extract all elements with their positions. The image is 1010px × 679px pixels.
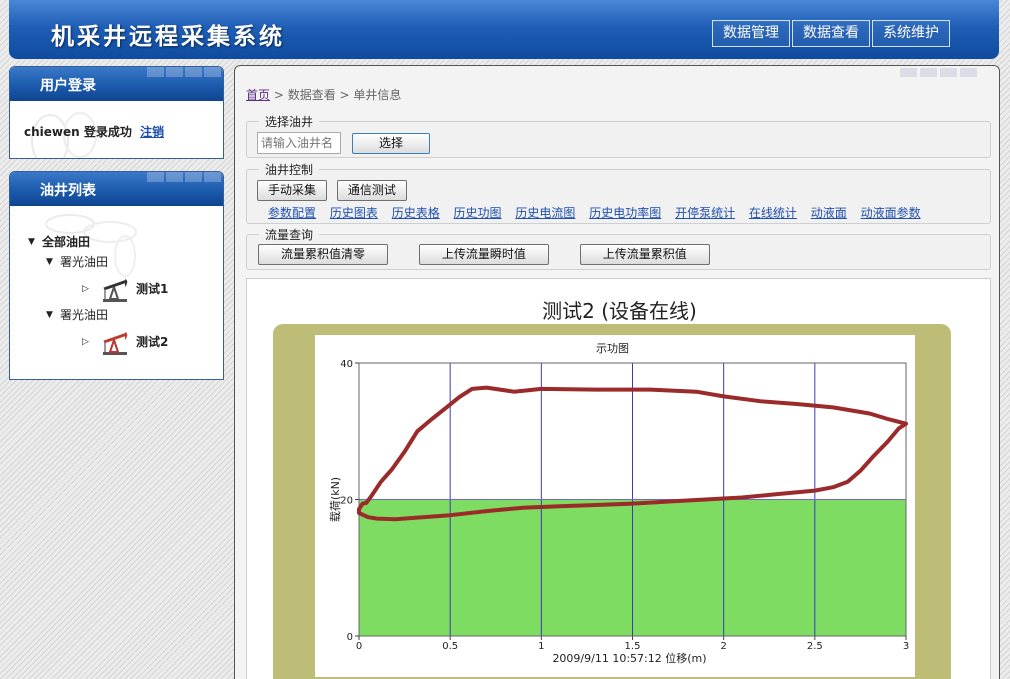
breadcrumb-separator: > (335, 88, 354, 102)
app-header: 机采井远程采集系统 数据管理 数据查看 系统维护 (9, 0, 999, 59)
x-tick-label: 0.5 (442, 641, 458, 652)
link-history-dynamometer[interactable]: 历史功图 (454, 206, 502, 220)
x-tick-label: 2.5 (807, 641, 823, 652)
tree-field-2[interactable]: ▼ 署光油田 (28, 305, 223, 325)
link-pump-stats[interactable]: 开停泵统计 (675, 206, 735, 220)
nav-system-maintenance[interactable]: 系统维护 (872, 20, 950, 47)
field-1-label: 署光油田 (60, 255, 109, 269)
clear-flow-total-button[interactable]: 流量累积值清零 (258, 244, 389, 265)
y-axis-label: 载荷(kN) (329, 477, 342, 522)
x-axis-label: 2009/9/11 10:57:12 位移(m) (552, 651, 706, 665)
flow-query-section: 流量查询 流量累积值清零 上传流量瞬时值 上传流量累积值 (246, 226, 991, 270)
nav-data-management[interactable]: 数据管理 (712, 20, 790, 47)
chart-title: 示功图 (596, 342, 629, 355)
chart-card: 测试2 (设备在线) 0 0.5 1 1.5 2 2.5 3 0 20 40 示功图 2009/9/1… (246, 278, 991, 679)
panel-decoration (897, 68, 977, 77)
tree-root-label: 全部油田 (42, 235, 91, 249)
tree-field-1[interactable]: ▼ 署光油田 (28, 252, 223, 272)
well-list-title: 油井列表 (40, 183, 96, 199)
login-panel: 用户登录 chiewen 登录成功 注销 (9, 66, 224, 159)
well-2-label: 测试2 (136, 334, 169, 349)
upload-flow-instant-button[interactable]: 上传流量瞬时值 (418, 244, 549, 265)
panel-decoration (145, 67, 221, 77)
well-list-header: 油井列表 (10, 172, 223, 206)
x-tick-label: 0 (356, 641, 362, 652)
expand-down-icon[interactable]: ▼ (46, 305, 60, 325)
upload-flow-total-button[interactable]: 上传流量累积值 (579, 244, 710, 265)
breadcrumb-home[interactable]: 首页 (246, 88, 270, 102)
login-panel-title: 用户登录 (40, 78, 96, 94)
x-tick-label: 1.5 (625, 641, 641, 652)
username: chiewen (24, 125, 80, 139)
expand-down-icon[interactable]: ▼ (28, 232, 42, 252)
select-button[interactable]: 选择 (352, 132, 431, 154)
select-well-legend: 选择油井 (265, 115, 314, 129)
breadcrumb: 首页 > 数据查看 > 单井信息 (246, 86, 401, 103)
y-tick-label: 40 (340, 359, 353, 370)
link-history-table[interactable]: 历史表格 (392, 206, 440, 220)
panel-decoration (145, 172, 221, 182)
top-nav: 数据管理 数据查看 系统维护 (710, 20, 950, 47)
link-fluid-level-params[interactable]: 动液面参数 (861, 206, 921, 220)
main-panel: 首页 > 数据查看 > 单井信息 选择油井 选择 油井控制 手动采集 通信测试 … (234, 65, 1000, 679)
breadcrumb-current: 单井信息 (353, 88, 402, 102)
logout-link[interactable]: 注销 (140, 125, 164, 139)
well-name-input[interactable] (257, 132, 341, 154)
nav-data-view[interactable]: 数据查看 (792, 20, 870, 47)
flow-query-legend: 流量查询 (265, 228, 314, 242)
link-online-stats[interactable]: 在线统计 (749, 206, 797, 220)
expand-right-icon[interactable]: ▷ (82, 332, 96, 352)
link-fluid-level[interactable]: 动液面 (811, 206, 847, 220)
x-tick-label: 2 (720, 641, 726, 652)
dynamometer-chart: 0 0.5 1 1.5 2 2.5 3 0 20 40 示功图 2009/9/11 10:57:12 … (315, 335, 915, 677)
expand-down-icon[interactable]: ▼ (46, 252, 60, 272)
login-body: chiewen 登录成功 注销 (10, 101, 223, 158)
breadcrumb-data-view: 数据查看 (287, 88, 336, 102)
x-tick-label: 1 (538, 641, 544, 652)
y-tick-label: 20 (340, 496, 353, 507)
comm-test-button[interactable]: 通信测试 (336, 180, 407, 201)
tree-root[interactable]: ▼ 全部油田 (28, 232, 223, 252)
well-control-legend: 油井控制 (265, 163, 314, 177)
login-status: 登录成功 (83, 125, 132, 139)
x-tick-label: 3 (903, 641, 909, 652)
link-param-config[interactable]: 参数配置 (268, 206, 316, 220)
select-well-section: 选择油井 选择 (246, 113, 991, 158)
app-title: 机采井远程采集系统 (51, 24, 285, 50)
well-tree: ▼ 全部油田 ▼ 署光油田 ▷ 测试1 ▼ 署光油田 ▷ 测试2 (10, 206, 223, 358)
chart-frame: 0 0.5 1 1.5 2 2.5 3 0 20 40 示功图 2009/9/11 10:57:12 … (273, 324, 951, 679)
pumpjack-icon (103, 331, 128, 355)
well-list-panel: 油井列表 ▼ 全部油田 ▼ 署光油田 ▷ 测试1 ▼ 署光油田 ▷ 测试2 (9, 171, 224, 380)
chart-heading: 测试2 (设备在线) (542, 299, 697, 323)
link-history-current[interactable]: 历史电流图 (515, 206, 575, 220)
tree-well-2[interactable]: ▷ 测试2 (28, 325, 223, 358)
field-2-label: 署光油田 (60, 308, 109, 322)
link-history-power[interactable]: 历史电功率图 (589, 206, 661, 220)
y-tick-label: 0 (347, 632, 353, 643)
login-panel-header: 用户登录 (10, 67, 223, 101)
breadcrumb-separator: > (270, 88, 288, 102)
manual-collect-button[interactable]: 手动采集 (257, 180, 328, 201)
well-control-section: 油井控制 手动采集 通信测试 参数配置 历史图表 历史表格 历史功图 历史电流图… (246, 161, 991, 224)
link-history-chart[interactable]: 历史图表 (330, 206, 378, 220)
